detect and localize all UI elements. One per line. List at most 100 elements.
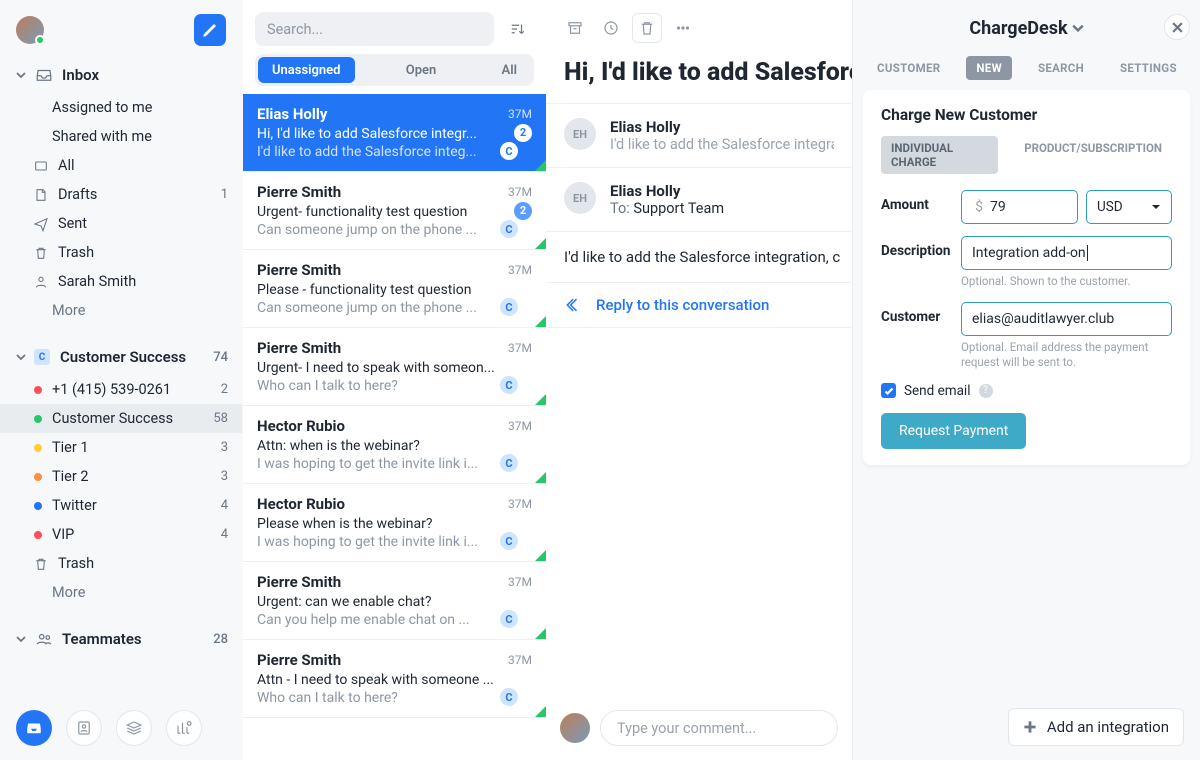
archive-icon [566, 19, 584, 37]
sidebar-item-sent[interactable]: Sent [0, 209, 242, 238]
section-team-header[interactable]: Teammates 28 [0, 620, 242, 654]
close-panel-button[interactable] [1164, 14, 1190, 40]
plus-icon [1023, 720, 1037, 734]
sidebar-item-all[interactable]: All [0, 151, 242, 180]
thread-from: Hector Rubio [257, 495, 345, 513]
currency-select[interactable]: USD [1086, 190, 1172, 224]
add-integration-button[interactable]: Add an integration [1008, 708, 1184, 746]
thread-item[interactable]: Pierre Smith37MUrgent: can we enable cha… [243, 562, 546, 640]
sidebar-item-more-cs[interactable]: More [0, 578, 242, 607]
search-input[interactable]: Search... [255, 12, 494, 46]
amount-input[interactable]: $79 [961, 190, 1078, 224]
tab-new[interactable]: NEW [966, 56, 1012, 80]
thread-item[interactable]: Hector Rubio37MAttn: when is the webinar… [243, 406, 546, 484]
cs-badge-icon: C [34, 349, 50, 365]
thread-time: 37M [508, 185, 532, 199]
help-icon[interactable]: ? [979, 384, 993, 398]
section-cs-header[interactable]: C Customer Success 74 [0, 338, 242, 372]
thread-subject: Please - functionality test question [257, 282, 532, 298]
comment-input[interactable]: Type your comment... [600, 710, 838, 746]
thread-tag-badge: C [500, 376, 518, 394]
corner-marker-icon [535, 628, 546, 639]
compose-icon [201, 21, 219, 39]
message-body: I'd like to add the Salesforce integrati… [546, 231, 852, 282]
thread-from: Hector Rubio [257, 417, 345, 435]
card-title: Charge New Customer [881, 106, 1172, 124]
thread-item[interactable]: Hector Rubio37MPlease when is the webina… [243, 484, 546, 562]
sidebar-item-tier1[interactable]: Tier 13 [0, 433, 242, 462]
segment-all[interactable]: All [488, 57, 531, 83]
reply-button[interactable]: Reply to this conversation [546, 282, 852, 328]
analytics-button[interactable] [166, 710, 202, 746]
message-row[interactable]: EH Elias Holly I'd like to add the Sales… [546, 103, 852, 167]
archive-button[interactable] [560, 13, 590, 43]
tab-settings[interactable]: SETTINGS [1110, 56, 1187, 80]
layers-button[interactable] [116, 710, 152, 746]
compose-button[interactable] [194, 14, 226, 46]
sidebar-item-trash-cs[interactable]: Trash [0, 549, 242, 578]
sidebar-item-phone[interactable]: +1 (415) 539-02612 [0, 375, 242, 404]
sidebar-item-trash[interactable]: Trash [0, 238, 242, 267]
description-input[interactable]: Integration add-on [961, 236, 1172, 270]
subtab-product[interactable]: PRODUCT/SUBSCRIPTION [1014, 136, 1172, 174]
integration-name[interactable]: ChargeDesk [969, 18, 1067, 39]
tab-search[interactable]: SEARCH [1028, 56, 1094, 80]
sidebar-item-more-inbox[interactable]: More [0, 296, 242, 325]
section-inbox-header[interactable]: Inbox [0, 56, 242, 90]
customer-help: Optional. Email address the payment requ… [961, 340, 1172, 371]
thread-preview: I was hoping to get the invite link i... [257, 534, 532, 550]
subtab-individual[interactable]: INDIVIDUAL CHARGE [881, 136, 998, 174]
delete-button[interactable] [632, 13, 662, 43]
sidebar-item-shared[interactable]: Shared with me [0, 122, 242, 151]
thread-from: Pierre Smith [257, 573, 341, 591]
thread-from: Pierre Smith [257, 261, 341, 279]
segment-open[interactable]: Open [392, 57, 451, 83]
chevron-down-icon[interactable] [1068, 18, 1084, 39]
sidebar-item-drafts[interactable]: Drafts1 [0, 180, 242, 209]
thread-item[interactable]: Pierre Smith37MUrgent- functionality tes… [243, 172, 546, 250]
sidebar-item-sarah[interactable]: Sarah Smith [0, 267, 242, 296]
description-label: Description [881, 236, 961, 259]
request-payment-button[interactable]: Request Payment [881, 413, 1026, 449]
user-avatar[interactable] [16, 16, 44, 44]
thread-count-badge: 2 [514, 202, 532, 220]
thread-item[interactable]: Pierre Smith37MUrgent- I need to speak w… [243, 328, 546, 406]
section-inbox-title: Inbox [62, 66, 99, 84]
description-help: Optional. Shown to the customer. [961, 274, 1172, 290]
thread-subject: Urgent- functionality test question [257, 204, 514, 220]
thread-time: 37M [508, 653, 532, 667]
customer-input[interactable]: elias@auditlawyer.club [961, 302, 1172, 336]
send-email-checkbox[interactable] [881, 383, 896, 398]
avatar-initials: EH [564, 182, 596, 214]
sort-button[interactable] [500, 12, 534, 46]
status-dot-icon [34, 502, 42, 510]
thread-time: 37M [508, 263, 532, 277]
layers-icon [125, 719, 143, 737]
chevron-down-icon [14, 632, 28, 646]
thread-item[interactable]: Elias Holly37MHi, I'd like to add Salesf… [243, 94, 546, 172]
sort-icon [508, 20, 526, 38]
message-row[interactable]: EH Elias Holly To: Support Team [546, 167, 852, 231]
contacts-button[interactable] [66, 710, 102, 746]
sidebar-item-tier2[interactable]: Tier 23 [0, 462, 242, 491]
message-to: To: Support Team [610, 200, 834, 217]
sidebar-item-twitter[interactable]: Twitter4 [0, 491, 242, 520]
status-dot-icon [34, 444, 42, 452]
corner-marker-icon [535, 472, 546, 483]
segment-unassigned[interactable]: Unassigned [258, 57, 355, 83]
sidebar-item-cs[interactable]: Customer Success58 [0, 404, 242, 433]
thread-subject: Hi, I'd like to add Salesforce integr... [257, 126, 514, 142]
message-preview: I'd like to add the Salesforce integra [610, 136, 834, 153]
more-button[interactable] [668, 13, 698, 43]
avatar-initials: EH [564, 118, 596, 150]
corner-marker-icon [535, 316, 546, 327]
sidebar-item-vip[interactable]: VIP4 [0, 520, 242, 549]
thread-item[interactable]: Pierre Smith 37M Please - functionality te… [243, 250, 546, 328]
snooze-button[interactable] [596, 13, 626, 43]
analytics-icon [175, 719, 193, 737]
inbox-switch-button[interactable] [16, 710, 52, 746]
thread-item[interactable]: Pierre Smith37MAttn - I need to speak wi… [243, 640, 546, 718]
tab-customer[interactable]: CUSTOMER [867, 56, 950, 80]
sidebar-item-assigned[interactable]: Assigned to me [0, 93, 242, 122]
chevron-down-icon [14, 68, 28, 82]
